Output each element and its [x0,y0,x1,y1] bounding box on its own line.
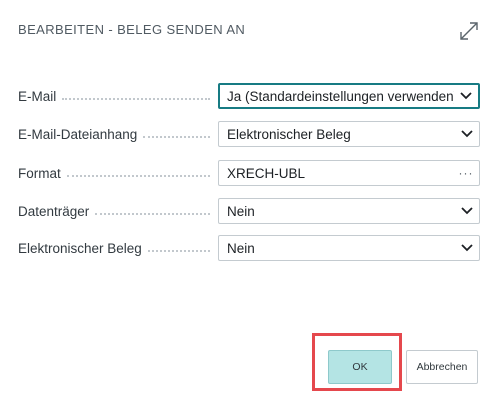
dotted-leader [95,212,210,215]
format-lookup-field[interactable]: XRECH-UBL ··· [218,160,480,186]
dialog-title: BEARBEITEN - BELEG SENDEN AN [18,22,246,37]
email-attachment-dropdown[interactable]: Elektronischer Beleg [218,121,480,147]
format-field-value: XRECH-UBL [227,165,306,181]
email-attachment-dropdown-value: Elektronischer Beleg [227,126,351,142]
chevron-down-icon [455,122,479,146]
data-carrier-dropdown[interactable]: Nein [218,198,480,224]
chevron-down-icon [455,199,479,223]
data-carrier-dropdown-value: Nein [227,203,255,219]
field-row-format: Format XRECH-UBL ··· [18,160,482,186]
dotted-leader [143,135,210,138]
chevron-down-icon [455,236,479,260]
field-row-electronic-document: Elektronischer Beleg Nein [18,235,482,261]
electronic-document-dropdown[interactable]: Nein [218,235,480,261]
send-document-dialog: BEARBEITEN - BELEG SENDEN AN E-Mail Ja (… [0,0,500,400]
dotted-leader [147,249,210,252]
field-row-data-carrier: Datenträger Nein [18,198,482,224]
electronic-document-dropdown-value: Nein [227,240,255,256]
field-label-email-attachment: E-Mail-Dateianhang [18,126,138,142]
field-row-email: E-Mail Ja (Standardeinstellungen verwend… [18,83,482,109]
field-label-format: Format [18,165,61,181]
expand-icon[interactable] [458,20,480,42]
field-label-email: E-Mail [18,88,57,104]
field-row-email-attachment: E-Mail-Dateianhang Elektronischer Beleg [18,121,482,147]
dotted-leader [62,97,210,100]
lookup-ellipsis-icon[interactable]: ··· [453,161,479,185]
dotted-leader [66,174,210,177]
field-label-electronic-document: Elektronischer Beleg [18,240,142,256]
cancel-button[interactable]: Abbrechen [406,350,478,384]
email-dropdown-value: Ja (Standardeinstellungen verwenden) [227,88,454,104]
highlight-box [312,333,402,391]
email-dropdown[interactable]: Ja (Standardeinstellungen verwenden) [218,83,480,109]
field-label-data-carrier: Datenträger [18,203,90,219]
chevron-down-icon [454,84,478,108]
